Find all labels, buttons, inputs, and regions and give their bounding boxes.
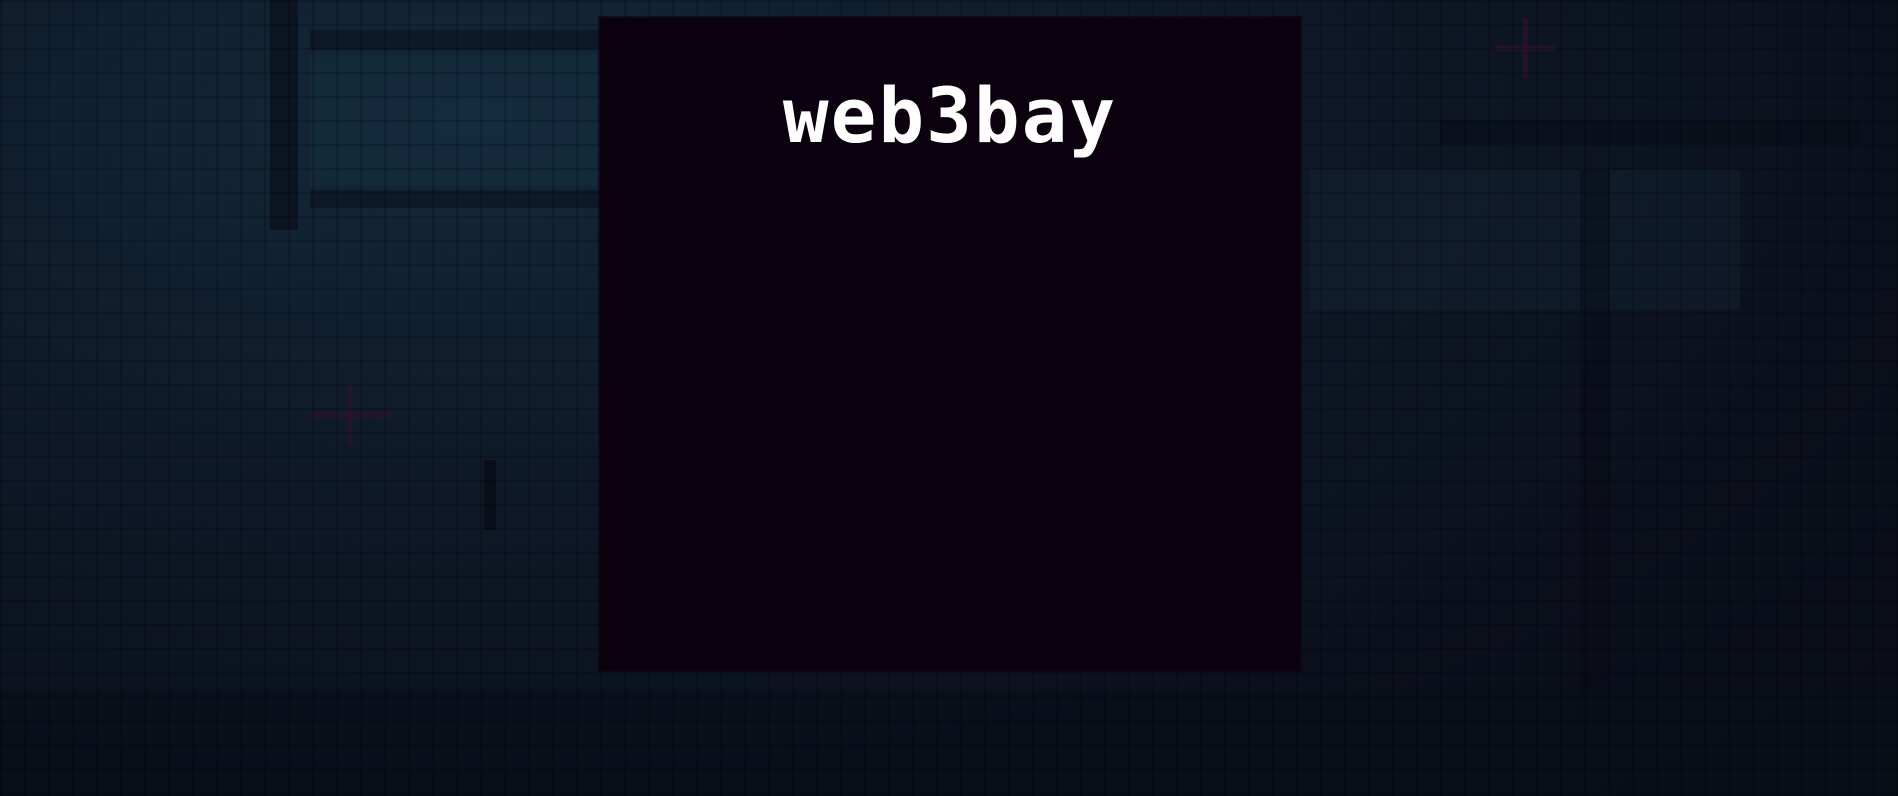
game-background: web3bay [0, 0, 1898, 796]
game-title-logo: web3bay [782, 71, 1118, 160]
background-window-pane [310, 190, 610, 208]
background-stub [484, 460, 496, 530]
background-block [1310, 170, 1740, 310]
background-window-frame [270, 0, 298, 230]
background-window-glow [310, 55, 600, 185]
crosshair-icon [1495, 18, 1555, 78]
background-pillar [1580, 170, 1610, 730]
background-block [1440, 120, 1860, 144]
crosshair-icon [310, 385, 390, 445]
background-window-pane [310, 30, 610, 50]
title-panel: web3bay [600, 18, 1300, 670]
background-floor [0, 690, 1898, 796]
